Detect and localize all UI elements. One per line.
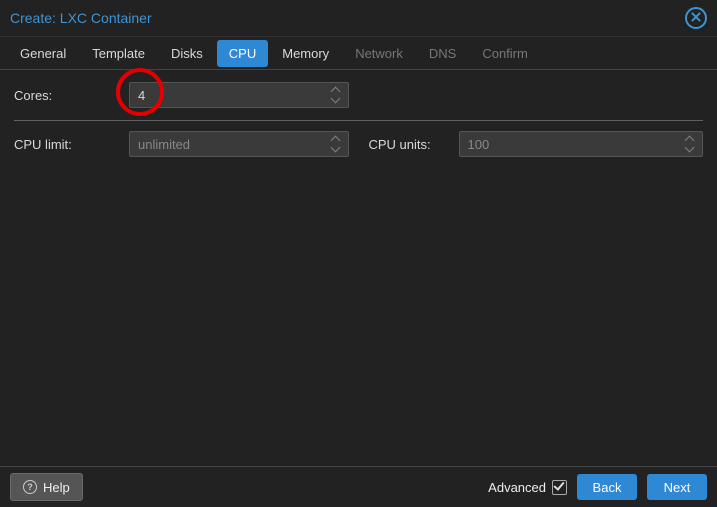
tab-template[interactable]: Template: [80, 40, 157, 67]
label-cpu-limit: CPU limit:: [14, 137, 129, 152]
spinner-icon[interactable]: [684, 136, 694, 152]
next-button[interactable]: Next: [647, 474, 707, 500]
spinner-icon[interactable]: [330, 136, 340, 152]
tab-cpu[interactable]: CPU: [217, 40, 268, 67]
tab-general[interactable]: General: [8, 40, 78, 67]
back-button[interactable]: Back: [577, 474, 637, 500]
tab-network: Network: [343, 40, 415, 67]
close-icon[interactable]: [685, 7, 707, 29]
tab-disks[interactable]: Disks: [159, 40, 215, 67]
tab-panel-cpu: Cores: 4 CPU limit: unlimited: [0, 68, 717, 467]
help-button-label: Help: [43, 480, 70, 495]
help-icon: ?: [23, 480, 37, 494]
tab-confirm: Confirm: [470, 40, 540, 67]
input-cpu-limit[interactable]: unlimited: [129, 131, 349, 157]
dialog-create-lxc-container: Create: LXC Container General Template D…: [0, 0, 717, 507]
field-cpu-limit: CPU limit: unlimited: [14, 131, 349, 157]
dialog-title: Create: LXC Container: [10, 10, 152, 26]
field-cores: Cores: 4: [14, 82, 349, 108]
checkbox-icon[interactable]: [552, 480, 567, 495]
spinner-icon[interactable]: [330, 87, 340, 103]
placeholder-cpu-units: 100: [468, 137, 490, 152]
value-cores: 4: [138, 88, 145, 103]
advanced-label: Advanced: [488, 480, 546, 495]
input-cpu-units[interactable]: 100: [459, 131, 704, 157]
separator: [14, 120, 703, 121]
tab-dns: DNS: [417, 40, 468, 67]
dialog-header: Create: LXC Container: [0, 0, 717, 37]
placeholder-cpu-limit: unlimited: [138, 137, 190, 152]
advanced-toggle[interactable]: Advanced: [488, 480, 567, 495]
label-cpu-units: CPU units:: [369, 137, 459, 152]
label-cores: Cores:: [14, 88, 129, 103]
tab-memory[interactable]: Memory: [270, 40, 341, 67]
help-button[interactable]: ? Help: [10, 473, 83, 501]
field-cpu-units: CPU units: 100: [369, 131, 704, 157]
wizard-tabs: General Template Disks CPU Memory Networ…: [0, 37, 717, 70]
input-cores[interactable]: 4: [129, 82, 349, 108]
cpu-form: Cores: 4 CPU limit: unlimited: [0, 68, 717, 157]
dialog-footer: ? Help Advanced Back Next: [0, 466, 717, 507]
